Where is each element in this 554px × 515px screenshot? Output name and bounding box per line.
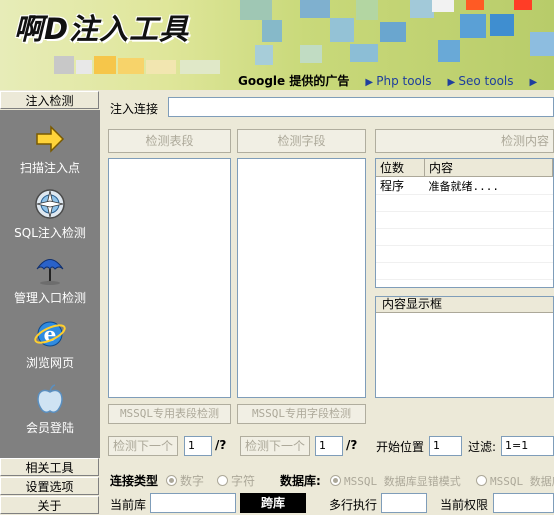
filter-label: 过滤: (468, 440, 497, 454)
field-page-total: /? (346, 438, 358, 452)
grid-cell: 程序 (376, 176, 425, 195)
tables-list[interactable] (108, 158, 231, 398)
next-field-button[interactable]: 检测下一个 (240, 436, 310, 456)
filter-input[interactable]: 1=1 (501, 436, 554, 456)
google-ads-label: Google 提供的广告 (238, 74, 350, 88)
url-label: 注入连接 (110, 102, 159, 116)
ad-link-more[interactable] (530, 74, 538, 88)
sidebar-item-label: 管理入口检测 (13, 291, 86, 305)
current-db-input[interactable] (150, 493, 236, 513)
sidebar-item-browse[interactable]: e 浏览网页 (0, 317, 100, 371)
grid-header-content[interactable]: 内容 (424, 159, 553, 177)
multi-exec-label: 多行执行 (329, 498, 378, 512)
table-row[interactable]: 程序 准备就绪.... (376, 176, 553, 195)
compass-icon (35, 189, 65, 219)
next-table-button[interactable]: 检测下一个 (108, 436, 178, 456)
db-option-label: MSSQL 数据库 (490, 475, 554, 488)
sidebar-header-injection[interactable]: 注入检测 (0, 91, 99, 109)
sidebar-item-label: SQL注入检测 (14, 226, 86, 240)
current-perm-input[interactable] (493, 493, 554, 513)
radio-icon (330, 475, 341, 486)
sidebar-panel: 扫描注入点 SQL注入检测 管理入口检测 e 浏览网页 会员登陆 (0, 110, 100, 458)
ad-bar: Google 提供的广告 Php tools Seo tools (238, 72, 554, 90)
db-option-mssql[interactable]: MSSQL 数据库 (476, 473, 554, 489)
banner: 啊D注入工具 Google 提供的广告 Php tools Seo tools (0, 0, 554, 90)
umbrella-icon (36, 259, 64, 285)
sidebar-item-scan[interactable]: 扫描注入点 (0, 122, 100, 176)
conn-option-string[interactable]: 字符 (217, 472, 255, 489)
fields-list[interactable] (237, 158, 366, 398)
ad-link-php[interactable]: Php tools (365, 74, 431, 88)
sidebar-about[interactable]: 关于 (0, 496, 99, 514)
multi-exec-input[interactable] (381, 493, 427, 513)
content-display-box[interactable]: 内容显示框 (375, 296, 554, 398)
content-grid-table: 位数 内容 程序 准备就绪.... (376, 159, 553, 280)
radio-icon (476, 475, 487, 486)
cross-db-button[interactable]: 跨库 (240, 493, 306, 513)
current-db-label: 当前库 (110, 498, 147, 512)
apple-icon (37, 384, 63, 414)
url-input[interactable] (168, 97, 554, 117)
grid-header-position[interactable]: 位数 (376, 159, 425, 177)
conn-option-label: 数字 (180, 474, 205, 488)
sidebar-item-admin[interactable]: 管理入口检测 (0, 252, 100, 306)
sidebar-item-label: 浏览网页 (25, 356, 74, 370)
conn-option-number[interactable]: 数字 (166, 472, 204, 489)
grid-cell: 准备就绪.... (424, 176, 553, 195)
arrow-icon (36, 125, 65, 153)
ie-icon: e (34, 321, 66, 347)
app-title: 啊D注入工具 (14, 12, 190, 46)
ad-link-seo[interactable]: Seo tools (447, 74, 513, 88)
conn-option-label: 字符 (231, 474, 256, 488)
mssql-tables-button[interactable]: MSSQL专用表段检测 (108, 404, 231, 424)
detect-fields-button[interactable]: 检测字段 (237, 129, 366, 153)
sidebar-item-login[interactable]: 会员登陆 (0, 382, 100, 436)
start-position-input[interactable]: 1 (429, 436, 462, 456)
start-position-label: 开始位置 (376, 440, 425, 454)
radio-icon (166, 475, 177, 486)
sidebar-item-label: 扫描注入点 (19, 161, 80, 175)
table-page-total: /? (215, 438, 227, 452)
detect-tables-button[interactable]: 检测表段 (108, 129, 231, 153)
db-option-label: MSSQL 数据库显错模式 (344, 475, 461, 488)
detect-content-button[interactable]: 检测内容 (375, 129, 554, 153)
mssql-fields-button[interactable]: MSSQL专用字段检测 (237, 404, 366, 424)
db-option-mssql-error[interactable]: MSSQL 数据库显错模式 (330, 473, 461, 489)
sidebar-related-tools[interactable]: 相关工具 (0, 458, 99, 476)
db-label: 数据库: (280, 474, 321, 488)
current-perm-label: 当前权限 (440, 498, 489, 512)
sidebar-item-sql[interactable]: SQL注入检测 (0, 187, 100, 241)
sidebar-settings[interactable]: 设置选项 (0, 477, 99, 495)
content-box-title: 内容显示框 (376, 297, 553, 313)
sidebar-item-label: 会员登陆 (25, 421, 74, 435)
radio-icon (217, 475, 228, 486)
content-grid[interactable]: 位数 内容 程序 准备就绪.... (375, 158, 554, 288)
table-page-input[interactable]: 1 (184, 436, 212, 456)
conn-type-label: 连接类型 (110, 474, 159, 488)
field-page-input[interactable]: 1 (315, 436, 343, 456)
